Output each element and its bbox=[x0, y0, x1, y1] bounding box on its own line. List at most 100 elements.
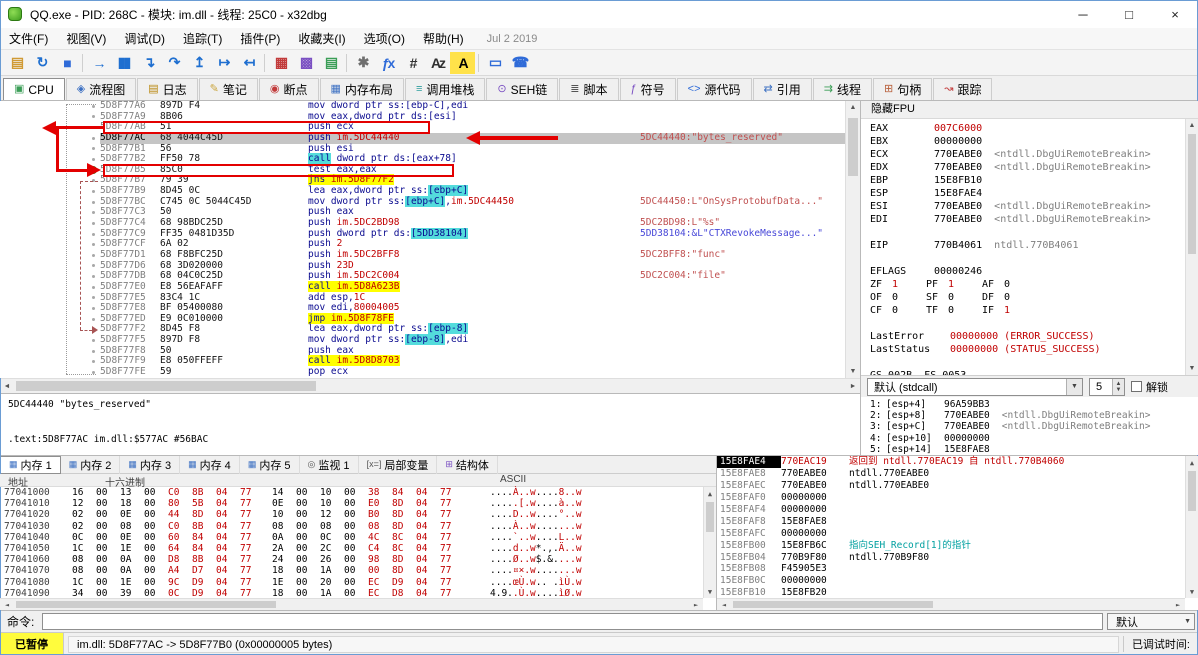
tab-dump-2[interactable]: ▦ 内存 2 bbox=[61, 455, 121, 474]
minimize-button[interactable]: ─ bbox=[1060, 0, 1106, 28]
flag-value[interactable]: 1 bbox=[892, 278, 926, 291]
register-value[interactable]: 007C6000 bbox=[934, 123, 982, 134]
register-line[interactable]: LastError 00000000 (ERROR_SUCCESS) bbox=[870, 330, 1184, 343]
register-eip[interactable]: EIP 770B4061 ntdll.770B4061 bbox=[870, 239, 1184, 252]
restart-icon[interactable]: ↻ bbox=[29, 52, 54, 74]
tab-script[interactable]: ≣ 脚本 bbox=[559, 78, 619, 100]
argument-row[interactable]: 3: [esp+C] 770EABE0 <ntdll.DbgUiRemoteBreak… bbox=[870, 421, 1198, 432]
stack-row[interactable]: 15E8FB0C 00000000 bbox=[717, 575, 1185, 587]
menu-item[interactable]: 帮助(H) bbox=[414, 32, 473, 46]
register-line[interactable]: OF 0 SF 0 DF 0 bbox=[870, 291, 1184, 304]
instruction-dot[interactable] bbox=[0, 271, 100, 282]
instruction-dot[interactable] bbox=[0, 197, 100, 208]
scroll-track[interactable] bbox=[1186, 132, 1198, 362]
register-value[interactable]: 00000000 (STATUS_SUCCESS) bbox=[950, 344, 1101, 355]
instruction-dot[interactable] bbox=[0, 261, 100, 272]
instruction-dot[interactable] bbox=[0, 186, 100, 197]
scroll-left-icon[interactable]: ◄ bbox=[0, 599, 14, 610]
stack-row[interactable]: 15E8FB00 15E8FB6C 指向SEH_Record[1]的指针 bbox=[717, 540, 1185, 552]
register-eflags[interactable]: EFLAGS 00000246 bbox=[870, 265, 1184, 278]
register-value[interactable]: 00000246 bbox=[934, 266, 982, 277]
instruction-dot[interactable] bbox=[0, 218, 100, 229]
register-ebp[interactable]: EBP 15E8FB10 bbox=[870, 174, 1184, 187]
flag-value[interactable]: 0 bbox=[948, 304, 982, 317]
spinner-arrows-icon[interactable]: ▲ ▼ bbox=[1112, 378, 1124, 395]
register-edi[interactable]: EDI 770EABE0 <ntdll.DbgUiRemoteBreakin> bbox=[870, 213, 1184, 226]
instruction-dot[interactable] bbox=[0, 335, 100, 346]
disasm-row[interactable]: 5D8F77E0 E8 56EAFAFF call im.5D8A623B bbox=[0, 280, 845, 293]
dump-vscrollbar[interactable]: ▲ ▼ bbox=[703, 487, 716, 598]
command-profile-select[interactable]: 默认 ▼ bbox=[1107, 613, 1195, 630]
scroll-up-icon[interactable]: ▲ bbox=[1186, 119, 1198, 132]
menu-item[interactable]: 追踪(T) bbox=[174, 32, 231, 46]
dump-row[interactable]: 77041020 02 00 0E 00 44 8D 04 77 10 00 12 00 B0 8D 04 77… bbox=[0, 509, 703, 520]
tab-handles[interactable]: ⊞ 句柄 bbox=[873, 78, 933, 100]
instruction-dot[interactable] bbox=[0, 207, 100, 218]
disasm-row[interactable]: 5D8F77AC 68 4044C45D push im.5DC44440 5DC44… bbox=[0, 132, 845, 144]
dump-row[interactable]: 77041000 16 00 13 00 C0 8B 04 77 14 00 10 00 38 84 04 77… bbox=[0, 487, 703, 498]
register-edx[interactable]: EDX 770EABE0 <ntdll.DbgUiRemoteBreakin> bbox=[870, 161, 1184, 174]
scroll-track[interactable] bbox=[731, 599, 1171, 610]
monitor-icon[interactable]: ▭ bbox=[482, 52, 507, 74]
menu-item[interactable]: 收藏夹(I) bbox=[289, 32, 354, 46]
instruction-dot[interactable] bbox=[0, 346, 100, 357]
flag-value[interactable]: 1 bbox=[1004, 304, 1038, 317]
tab-memory-map[interactable]: ▦ 内存布局 bbox=[319, 78, 404, 100]
disasm-row[interactable]: 5D8F77FE 59 pop ecx bbox=[0, 366, 845, 378]
scroll-right-icon[interactable]: ► bbox=[689, 599, 703, 610]
tab-seh[interactable]: ⊙ SEH链 bbox=[486, 78, 559, 100]
argument-row[interactable]: 4: [esp+10] 00000000 bbox=[870, 433, 1198, 444]
tab-threads[interactable]: ⇉ 线程 bbox=[812, 78, 872, 100]
calling-convention-select[interactable]: 默认 (stdcall) ▼ bbox=[867, 377, 1083, 396]
argument-row[interactable]: 5: [esp+14] 15E8FAE8 bbox=[870, 444, 1198, 455]
stack-vscrollbar[interactable]: ▲ ▼ bbox=[1185, 456, 1198, 598]
checkbox-icon[interactable] bbox=[1131, 381, 1142, 392]
dump-row[interactable]: 77041040 0C 00 0E 00 60 84 04 77 0A 00 0C 00 4C 8C 04 77… bbox=[0, 532, 703, 543]
stack-row[interactable]: 15E8FAE4 770EAC19 返回到 ntdll.770EAC19 自 ntd… bbox=[717, 456, 1185, 468]
stack-row[interactable]: 15E8FAFC 00000000 bbox=[717, 528, 1185, 540]
scroll-left-icon[interactable]: ◄ bbox=[0, 379, 14, 393]
tab-trace[interactable]: ↝ 跟踪 bbox=[933, 78, 993, 100]
register-value[interactable]: 770B4061 bbox=[934, 240, 982, 251]
instruction-dot[interactable] bbox=[0, 112, 100, 123]
register-ebx[interactable]: EBX 00000000 bbox=[870, 135, 1184, 148]
instruction-dot[interactable] bbox=[0, 101, 100, 112]
comment-icon[interactable]: ▤ bbox=[318, 52, 343, 74]
scroll-track[interactable] bbox=[14, 379, 846, 393]
dump-hscrollbar[interactable]: ◄ ► bbox=[0, 598, 703, 610]
command-input[interactable] bbox=[42, 613, 1103, 630]
register-value[interactable]: 770EABE0 bbox=[934, 162, 982, 173]
tab-notes[interactable]: ✎ 笔记 bbox=[198, 78, 258, 100]
hash-icon[interactable]: # bbox=[400, 52, 425, 74]
register-esi[interactable]: ESI 770EABE0 <ntdll.DbgUiRemoteBreakin> bbox=[870, 200, 1184, 213]
register-line[interactable]: CF 0 TF 0 IF 1 bbox=[870, 304, 1184, 317]
patches-icon[interactable]: ▩ bbox=[293, 52, 318, 74]
scroll-up-icon[interactable]: ▲ bbox=[1186, 456, 1198, 469]
register-value[interactable]: 770EABE0 bbox=[934, 214, 982, 225]
scroll-track[interactable] bbox=[14, 599, 689, 610]
stack-row[interactable]: 15E8FAEC 770EABE0 ntdll.770EABE0 bbox=[717, 480, 1185, 492]
open-file-icon[interactable]: ▤ bbox=[4, 52, 29, 74]
menu-item[interactable]: 插件(P) bbox=[231, 32, 289, 46]
stack-row[interactable]: 15E8FAF0 00000000 bbox=[717, 492, 1185, 504]
instruction-dot[interactable] bbox=[0, 250, 100, 261]
scroll-track[interactable] bbox=[704, 500, 716, 585]
scroll-down-icon[interactable]: ▼ bbox=[1186, 585, 1198, 598]
instruction-dot[interactable] bbox=[0, 122, 100, 133]
instruction-dot[interactable] bbox=[0, 282, 100, 293]
tab-log[interactable]: ▤ 日志 bbox=[137, 78, 198, 100]
unlock-checkbox[interactable]: 解锁 bbox=[1131, 379, 1168, 395]
stack-pane[interactable]: 15E8FAE4 770EAC19 返回到 ntdll.770EAC19 自 ntd… bbox=[717, 456, 1198, 610]
phone-icon[interactable]: ☎ bbox=[507, 52, 532, 74]
argument-row[interactable]: 2: [esp+8] 770EABE0 <ntdll.DbgUiRemoteBreak… bbox=[870, 410, 1198, 421]
menu-item[interactable]: 调试(D) bbox=[115, 32, 174, 46]
flag-value[interactable]: 0 bbox=[892, 291, 926, 304]
flag-value[interactable]: 1 bbox=[948, 278, 982, 291]
tab-references[interactable]: ⇄ 引用 bbox=[752, 78, 812, 100]
highlight-icon[interactable]: A bbox=[450, 51, 475, 74]
dump-row[interactable]: 77041070 08 00 0A 00 A4 D7 04 77 18 00 1A 00 00 8D 04 77… bbox=[0, 565, 703, 576]
scroll-left-icon[interactable]: ◄ bbox=[717, 599, 731, 610]
menu-item[interactable]: 文件(F) bbox=[0, 32, 57, 46]
disassembly-hscrollbar[interactable]: ◄ ► bbox=[0, 378, 860, 393]
dump-row[interactable]: 77041050 1C 00 1E 00 64 84 04 77 2A 00 2C 00 C4 8C 04 77… bbox=[0, 543, 703, 554]
